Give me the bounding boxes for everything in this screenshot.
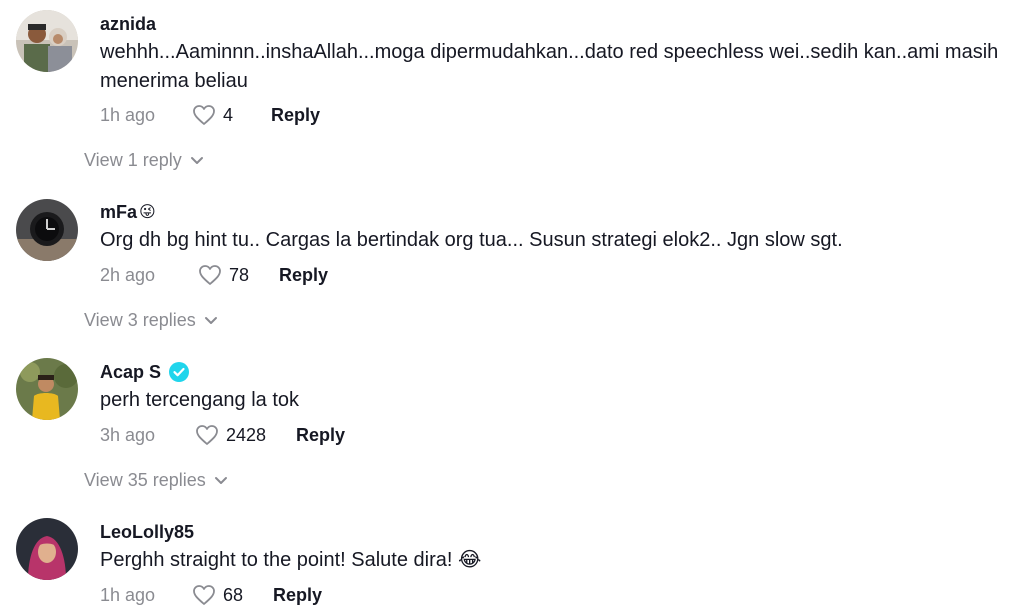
avatar[interactable] <box>16 518 78 580</box>
timestamp: 2h ago <box>100 264 156 285</box>
timestamp: 3h ago <box>100 424 156 445</box>
view-replies-button[interactable]: View 35 replies <box>84 468 228 492</box>
avatar[interactable] <box>16 10 78 72</box>
comment-meta: 1h ago 68 Reply <box>100 582 322 608</box>
comment-meta: 3h ago 2428 Reply <box>100 422 345 448</box>
couple-photo-icon <box>16 10 78 72</box>
username-emoji: 😜 <box>139 204 156 221</box>
chevron-down-icon <box>190 157 203 164</box>
reply-button[interactable]: Reply <box>279 265 328 286</box>
view-replies-label[interactable]: View 1 reply <box>84 150 182 171</box>
timestamp: 1h ago <box>100 584 156 605</box>
hijab-woman-photo-icon <box>16 518 78 580</box>
comment-text: perh tercengang la tok <box>100 389 300 411</box>
like-count: 4 <box>223 104 234 125</box>
person-photo-icon <box>16 358 78 420</box>
username-text[interactable]: mFa <box>100 202 137 223</box>
view-replies-button[interactable]: View 3 replies <box>84 308 218 332</box>
comment-text: Org dh bg hint tu.. Cargas la bertindak … <box>100 229 843 251</box>
comment-meta: 2h ago 78 Reply <box>100 262 328 288</box>
username[interactable]: mFa 😜 <box>100 200 156 224</box>
username[interactable]: aznida <box>100 12 156 36</box>
like-count: 78 <box>229 264 250 285</box>
chevron-down-icon <box>204 317 217 324</box>
verified-badge-icon <box>169 362 190 382</box>
username[interactable]: Acap S <box>100 360 190 384</box>
heart-icon[interactable] <box>198 264 222 286</box>
comment-text: Perghh straight to the point! Salute dir… <box>100 549 482 571</box>
timestamp: 1h ago <box>100 104 156 125</box>
like-button[interactable]: 4 <box>192 104 233 126</box>
like-button[interactable]: 68 <box>192 584 243 606</box>
view-replies-label[interactable]: View 35 replies <box>84 470 206 491</box>
heart-icon[interactable] <box>192 104 216 126</box>
reply-button[interactable]: Reply <box>296 425 345 446</box>
reply-button[interactable]: Reply <box>271 105 320 126</box>
view-replies-label[interactable]: View 3 replies <box>84 310 196 331</box>
heart-icon[interactable] <box>195 424 219 446</box>
username-text[interactable]: LeoLolly85 <box>100 522 194 543</box>
chevron-down-icon <box>214 477 227 484</box>
avatar[interactable] <box>16 199 78 261</box>
reply-button[interactable]: Reply <box>273 585 322 606</box>
like-count: 68 <box>223 584 244 605</box>
username-text[interactable]: aznida <box>100 14 156 35</box>
like-button[interactable]: 2428 <box>195 424 266 446</box>
like-count: 2428 <box>226 424 267 445</box>
comment-meta: 1h ago 4 Reply <box>100 102 320 128</box>
view-replies-button[interactable]: View 1 reply <box>84 148 204 172</box>
like-button[interactable]: 78 <box>198 264 249 286</box>
username-text[interactable]: Acap S <box>100 362 161 383</box>
username[interactable]: LeoLolly85 <box>100 520 194 544</box>
heart-icon[interactable] <box>192 584 216 606</box>
comment-text: wehhh...Aaminnn..inshaAllah...moga diper… <box>100 41 999 92</box>
avatar[interactable] <box>16 358 78 420</box>
watch-photo-icon <box>16 199 78 261</box>
